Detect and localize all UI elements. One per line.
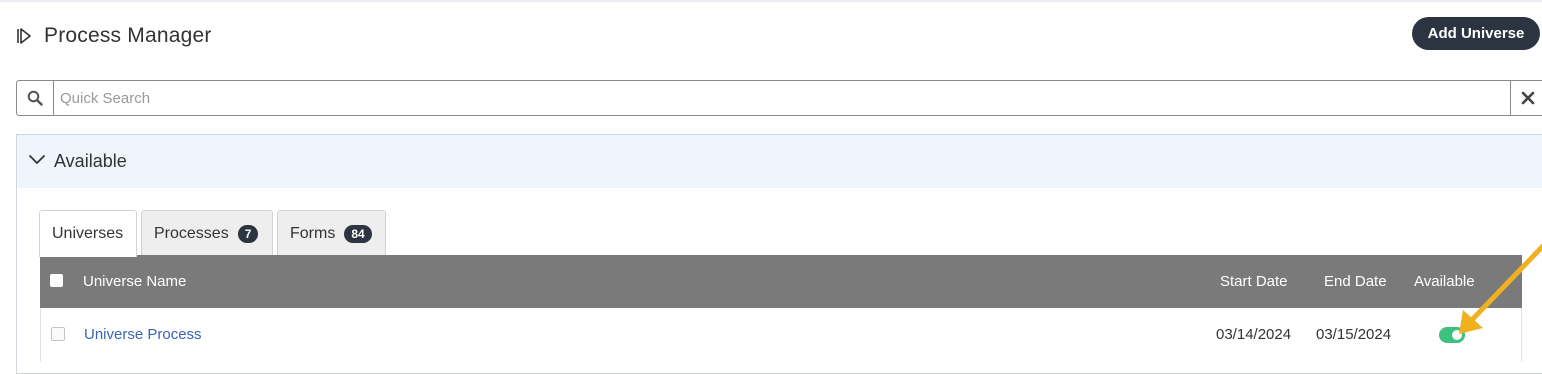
- chevron-down-icon[interactable]: [28, 153, 46, 167]
- quick-search-bar: [16, 80, 1542, 116]
- column-header-available[interactable]: Available: [1414, 273, 1475, 290]
- tab-processes[interactable]: Processes 7: [141, 210, 273, 256]
- table-row: Universe Process 03/14/2024 03/15/2024: [40, 308, 1522, 362]
- tab-forms[interactable]: Forms 84: [277, 210, 386, 256]
- count-badge: 84: [344, 224, 372, 243]
- column-header-universe-name[interactable]: Universe Name: [83, 273, 186, 290]
- close-icon[interactable]: [1510, 81, 1542, 115]
- select-all-checkbox[interactable]: [50, 274, 63, 287]
- column-header-start-date[interactable]: Start Date: [1220, 273, 1288, 290]
- panel-title: Available: [54, 151, 127, 171]
- search-icon[interactable]: [17, 81, 54, 115]
- start-date-cell: 03/14/2024: [1216, 326, 1292, 343]
- tab-label: Forms: [290, 224, 336, 242]
- tab-label: Processes: [154, 224, 229, 242]
- add-universe-button[interactable]: Add Universe: [1412, 17, 1540, 50]
- available-toggle[interactable]: [1439, 327, 1465, 343]
- collapse-panel-icon[interactable]: [16, 27, 32, 45]
- count-badge: 7: [237, 224, 259, 243]
- tab-universes[interactable]: Universes: [39, 210, 137, 257]
- top-divider: [0, 0, 1542, 2]
- table-header: Universe Name Start Date End Date Availa…: [40, 255, 1522, 308]
- column-header-end-date[interactable]: End Date: [1324, 273, 1387, 290]
- available-panel: Available Universes Processes 7 Forms 84…: [16, 134, 1542, 374]
- available-panel-header[interactable]: Available: [17, 135, 1542, 188]
- page-title: Process Manager: [44, 24, 212, 47]
- toggle-knob: [1452, 330, 1462, 340]
- universe-name-link[interactable]: Universe Process: [84, 326, 202, 343]
- end-date-cell: 03/15/2024: [1316, 326, 1392, 343]
- quick-search-input[interactable]: [54, 81, 1504, 115]
- tab-label: Universes: [52, 225, 124, 242]
- row-checkbox[interactable]: [51, 327, 65, 341]
